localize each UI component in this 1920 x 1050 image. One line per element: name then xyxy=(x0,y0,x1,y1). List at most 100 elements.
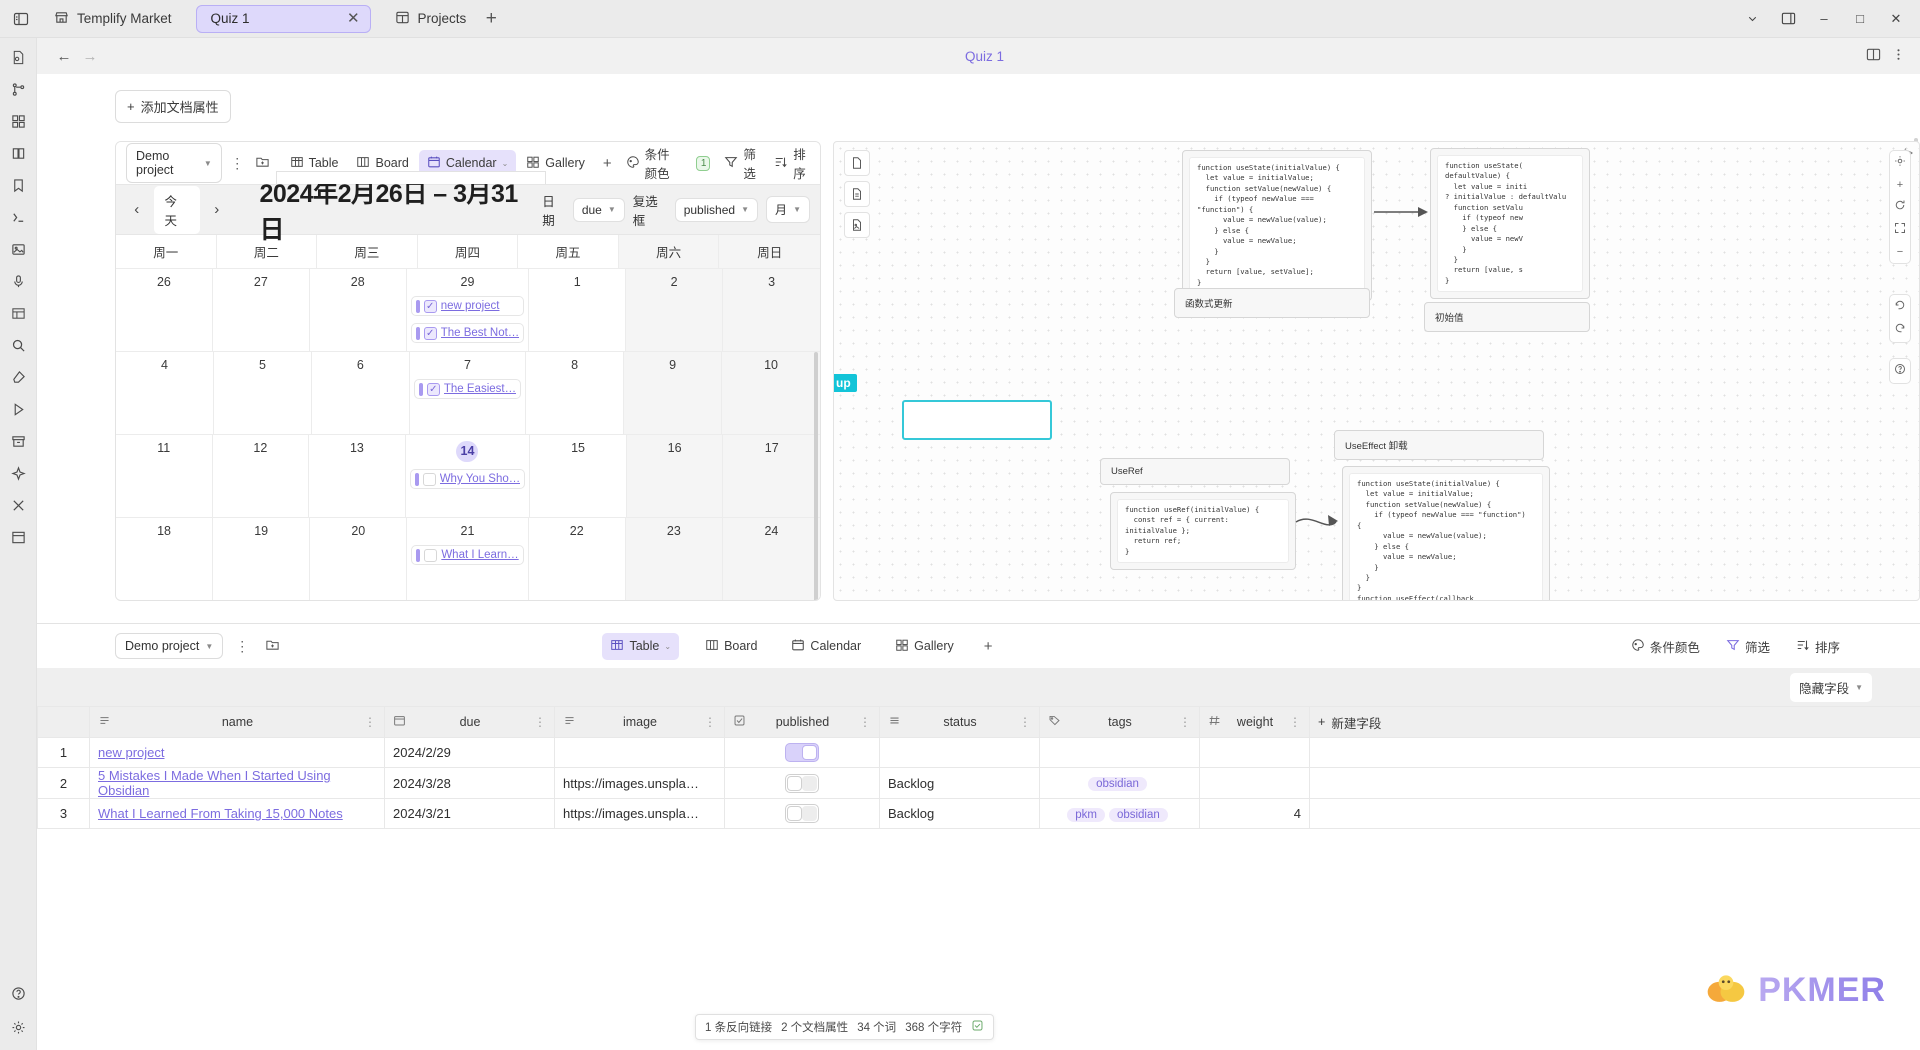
settings-gear-icon[interactable] xyxy=(5,1016,31,1038)
published-toggle[interactable] xyxy=(785,804,819,823)
undo-icon[interactable] xyxy=(1894,299,1906,315)
calendar-day-cell[interactable]: 8 xyxy=(526,352,625,434)
column-header-weight[interactable]: weight ⋮ xyxy=(1199,706,1310,738)
file-text-icon[interactable] xyxy=(844,181,870,207)
cell-published[interactable] xyxy=(724,737,880,768)
project-selector[interactable]: Demo project ▼ xyxy=(115,633,224,659)
sparkle-icon[interactable] xyxy=(5,462,31,484)
gear-icon[interactable] xyxy=(1894,155,1906,171)
panel-right-icon[interactable] xyxy=(1770,4,1806,34)
calendar-day-cell[interactable]: 28 xyxy=(310,269,407,351)
tab-templify-market[interactable]: Templify Market xyxy=(44,5,182,33)
calendar-day-cell[interactable]: 14 ✓ Why You Sho… xyxy=(406,435,531,517)
calendar-scrollbar[interactable] xyxy=(814,352,818,600)
search-icon[interactable] xyxy=(5,334,31,356)
cell-image[interactable] xyxy=(554,737,725,768)
cell-published[interactable] xyxy=(724,798,880,829)
layout-panel-icon[interactable] xyxy=(5,526,31,548)
event-checkbox[interactable]: ✓ xyxy=(423,326,437,340)
calendar-day-cell[interactable]: 17 xyxy=(723,435,820,517)
canvas-label-functional-update[interactable]: 函数式更新 xyxy=(1174,288,1370,318)
cell-status[interactable] xyxy=(879,737,1040,768)
canvas-card-usestate-default[interactable]: function useState( defaultValue) { let v… xyxy=(1430,148,1590,300)
add-view-button[interactable]: + xyxy=(976,634,1001,659)
cell-tags[interactable] xyxy=(1039,737,1200,768)
calendar-day-cell[interactable]: 6 xyxy=(312,352,410,434)
view-more-button[interactable]: ⋮ xyxy=(231,638,253,655)
canvas-label-initial-value[interactable]: 初始值 xyxy=(1424,302,1590,332)
calendar-day-cell[interactable]: 18 xyxy=(116,518,214,600)
column-menu-icon[interactable]: ⋮ xyxy=(859,715,871,729)
next-period-button[interactable]: › xyxy=(206,201,228,218)
chevron-down-icon[interactable] xyxy=(1734,4,1770,34)
column-header-new-field[interactable]: + 新建字段 xyxy=(1309,706,1920,738)
cell-weight[interactable] xyxy=(1199,767,1310,799)
tag-chip[interactable]: pkm xyxy=(1067,807,1105,822)
tab-table[interactable]: Table ⌄ xyxy=(602,632,680,660)
git-branch-icon[interactable] xyxy=(5,78,31,100)
canvas-label-useref[interactable]: UseRef xyxy=(1100,458,1290,485)
calendar-day-cell[interactable]: 7 ✓ The Easiest… xyxy=(410,352,527,434)
calendar-day-cell[interactable]: 27 xyxy=(213,269,310,351)
cell-image[interactable]: https://images.unspla… xyxy=(554,767,725,799)
add-view-button[interactable]: + xyxy=(595,151,620,176)
date-field-selector[interactable]: due ▼ xyxy=(572,197,625,222)
calendar-day-cell[interactable]: 5 xyxy=(214,352,312,434)
cell-status[interactable]: Backlog xyxy=(879,767,1040,799)
calendar-event[interactable]: ✓ The Best Not… xyxy=(410,323,525,343)
cell-name[interactable]: new project xyxy=(89,737,385,768)
conditional-color-button[interactable]: 条件颜色 xyxy=(626,144,682,182)
event-title[interactable]: Why You Sho… xyxy=(440,473,521,485)
prev-period-button[interactable]: ‹ xyxy=(126,201,148,218)
column-header-due[interactable]: due ⋮ xyxy=(384,706,555,738)
calendar-day-cell[interactable]: 21 ✓What I Learn… xyxy=(407,518,529,600)
image-icon[interactable] xyxy=(5,238,31,260)
canvas-label-useeffect[interactable]: UseEffect 卸载 xyxy=(1334,430,1544,460)
cell-due[interactable]: 2024/3/28 xyxy=(384,767,555,799)
today-button[interactable]: 今天 xyxy=(153,185,200,234)
calendar-day-cell[interactable]: 16 xyxy=(626,435,724,517)
calendar-day-cell[interactable]: 4 xyxy=(116,352,214,434)
checkbox-doc-icon[interactable] xyxy=(971,1019,984,1035)
minus-icon[interactable]: − xyxy=(1897,245,1903,259)
calendar-day-cell[interactable]: 19 xyxy=(213,518,311,600)
calendar-day-cell[interactable]: 10 xyxy=(722,352,820,434)
document-link[interactable]: 5 Mistakes I Made When I Started Using O… xyxy=(98,768,331,798)
canvas-card-usestate[interactable]: function useState(initialValue) { let va… xyxy=(1182,150,1372,302)
cell-tags[interactable]: obsidian xyxy=(1039,767,1200,799)
view-more-button[interactable]: ⋮ xyxy=(228,155,247,172)
table-row[interactable]: 1 new project 2024/2/29 xyxy=(37,737,1920,768)
project-selector[interactable]: Demo project ▼ xyxy=(126,143,222,183)
microphone-icon[interactable] xyxy=(5,270,31,292)
cell-weight[interactable]: 4 xyxy=(1199,798,1310,829)
calendar-day-cell[interactable]: 3 xyxy=(723,269,820,351)
calendar-day-cell[interactable]: 13 xyxy=(309,435,406,517)
column-header-status[interactable]: status ⋮ xyxy=(879,706,1040,738)
tab-quiz-1[interactable]: Quiz 1 ✕ xyxy=(195,4,371,33)
tools-icon[interactable] xyxy=(5,494,31,516)
event-title[interactable]: The Easiest… xyxy=(444,383,516,395)
cell-status[interactable]: Backlog xyxy=(879,798,1040,829)
cell-name[interactable]: What I Learned From Taking 15,000 Notes xyxy=(89,798,385,829)
published-toggle[interactable] xyxy=(785,743,819,762)
sidebar-toggle-icon[interactable] xyxy=(6,4,36,34)
back-button[interactable]: ← xyxy=(51,48,77,65)
calendar-day-cell[interactable]: 23 xyxy=(625,518,723,600)
terminal-icon[interactable] xyxy=(5,206,31,228)
more-vertical-icon[interactable] xyxy=(1891,47,1906,65)
cell-name[interactable]: 5 Mistakes I Made When I Started Using O… xyxy=(89,767,385,799)
canvas-teal-node[interactable] xyxy=(902,400,1052,440)
document-link[interactable]: What I Learned From Taking 15,000 Notes xyxy=(98,806,343,821)
file-icon[interactable] xyxy=(844,150,870,176)
calendar-day-cell[interactable]: 9 xyxy=(624,352,723,434)
column-menu-icon[interactable]: ⋮ xyxy=(704,715,716,729)
calendar-event[interactable]: ✓ The Easiest… xyxy=(413,379,522,399)
play-icon[interactable] xyxy=(5,398,31,420)
close-icon[interactable]: ✕ xyxy=(347,11,360,26)
cell-due[interactable]: 2024/3/21 xyxy=(384,798,555,829)
published-toggle[interactable] xyxy=(785,773,819,793)
cell-due[interactable]: 2024/2/29 xyxy=(384,737,555,768)
plus-icon[interactable]: + xyxy=(1897,178,1903,192)
help-icon[interactable] xyxy=(1894,363,1906,379)
new-doc-icon[interactable] xyxy=(261,637,283,655)
